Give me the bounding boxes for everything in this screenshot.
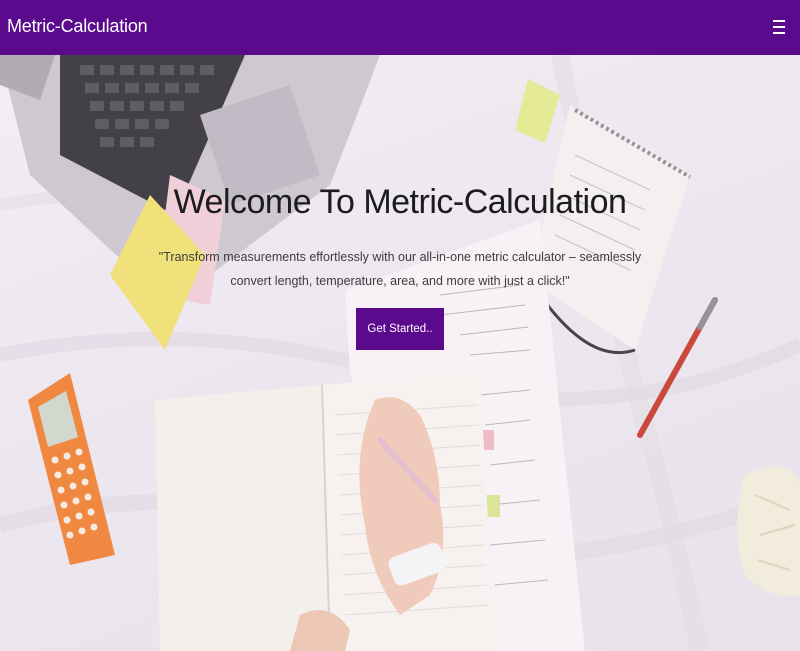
hero-section: Welcome To Metric-Calculation "Transform…	[0, 55, 800, 651]
hero-overlay	[0, 55, 800, 651]
hero-title: Welcome To Metric-Calculation	[173, 183, 627, 221]
brand-logo-link[interactable]: Metric-Calculation	[7, 16, 148, 37]
navbar: Metric-Calculation	[0, 0, 800, 55]
page: Metric-Calculation Welcome To Metric-Cal…	[0, 0, 800, 651]
get-started-button[interactable]: Get Started..	[356, 308, 444, 350]
hero-description: "Transform measurements effortlessly wit…	[158, 250, 642, 288]
hamburger-menu-button[interactable]	[768, 14, 790, 40]
